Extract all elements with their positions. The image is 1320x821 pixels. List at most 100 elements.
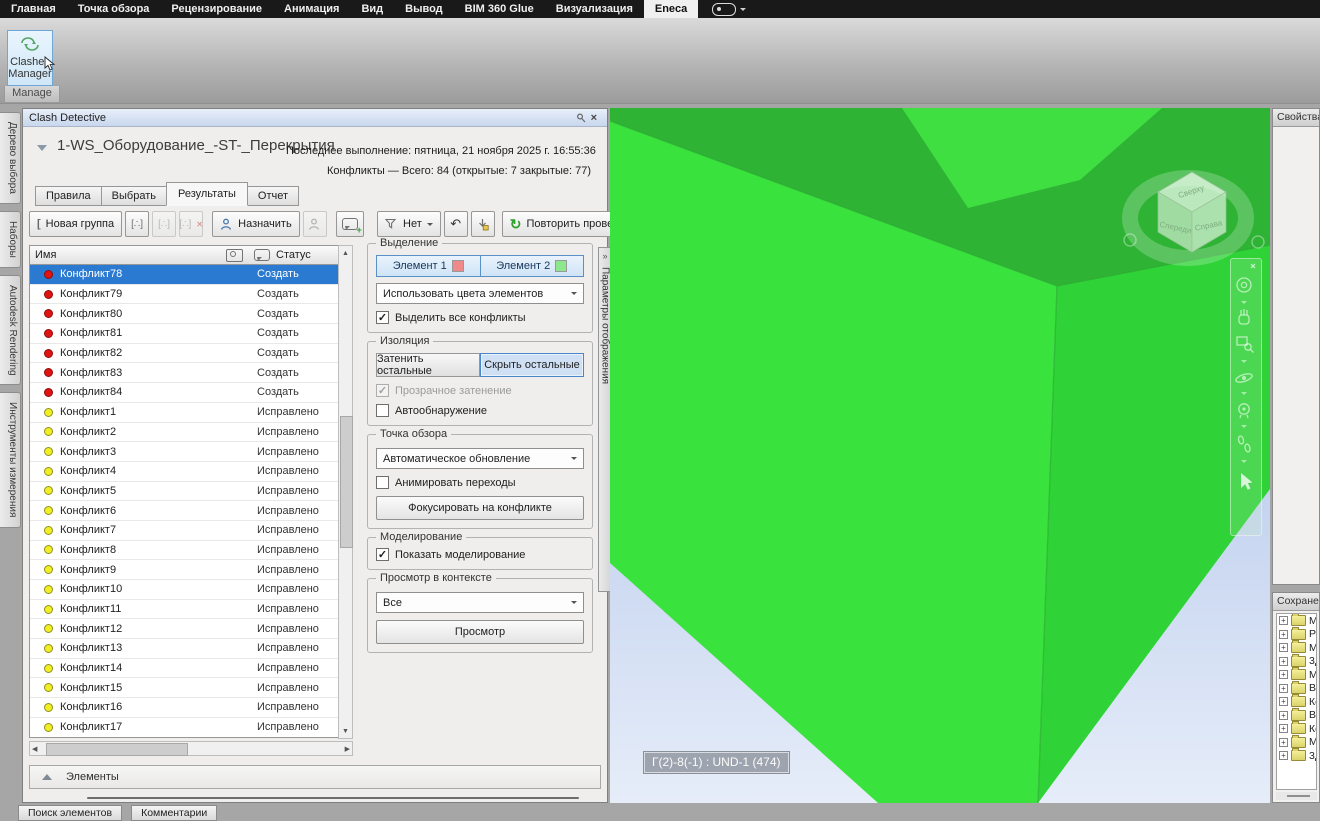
- chevron-down-icon[interactable]: [1241, 301, 1247, 304]
- menu-tab-Рецензирование[interactable]: Рецензирование: [160, 0, 273, 18]
- auto-reveal-checkbox[interactable]: [376, 404, 389, 417]
- expand-plus-icon[interactable]: +: [1279, 643, 1288, 652]
- saved-viewpoint-folder[interactable]: +М: [1277, 614, 1316, 628]
- table-row[interactable]: Конфликт17Исправлено: [30, 718, 352, 738]
- table-row[interactable]: Конфликт8Исправлено: [30, 541, 352, 561]
- table-row[interactable]: Конфликт78Создать: [30, 265, 352, 285]
- scroll-left-icon[interactable]: ◀: [32, 745, 37, 753]
- remove-from-group-button[interactable]: [∴]✕: [179, 211, 203, 237]
- close-icon[interactable]: ×: [587, 112, 601, 124]
- expand-plus-icon[interactable]: +: [1279, 616, 1288, 625]
- saved-viewpoint-folder[interactable]: +М: [1277, 736, 1316, 750]
- tab-Правила[interactable]: Правила: [35, 186, 102, 206]
- chevron-down-icon[interactable]: [1241, 392, 1247, 395]
- expand-plus-icon[interactable]: +: [1279, 751, 1288, 760]
- unassign-button[interactable]: [303, 211, 327, 237]
- focus-on-clash-button[interactable]: Фокусировать на конфликте: [376, 496, 584, 520]
- table-row[interactable]: Конфликт79Создать: [30, 285, 352, 305]
- table-row[interactable]: Конфликт10Исправлено: [30, 580, 352, 600]
- use-item-colors-dropdown[interactable]: Использовать цвета элементов: [376, 283, 584, 304]
- table-row[interactable]: Конфликт3Исправлено: [30, 442, 352, 462]
- dock-tab-Инструменты измерения[interactable]: Инструменты измерения: [0, 392, 21, 527]
- expand-plus-icon[interactable]: +: [1279, 697, 1288, 706]
- transparent-dimming-checkbox[interactable]: ✓: [376, 384, 389, 397]
- bottom-tab-Комментарии[interactable]: Комментарии: [131, 805, 217, 821]
- resize-grip[interactable]: [87, 797, 579, 799]
- highlight-all-checkbox[interactable]: ✓: [376, 311, 389, 324]
- saved-viewpoint-folder[interactable]: +Ко: [1277, 695, 1316, 709]
- compact-button[interactable]: [471, 211, 495, 237]
- table-row[interactable]: Конфликт84Создать: [30, 383, 352, 403]
- table-row[interactable]: Конфликт80Создать: [30, 304, 352, 324]
- assign-button[interactable]: Назначить: [212, 211, 300, 237]
- table-row[interactable]: Конфликт9Исправлено: [30, 560, 352, 580]
- tab-Отчет[interactable]: Отчет: [247, 186, 299, 206]
- pin-icon[interactable]: [575, 112, 587, 124]
- table-header[interactable]: Имя Статус: [29, 245, 353, 265]
- hide-others-button[interactable]: Скрыть остальные: [480, 353, 584, 377]
- table-row[interactable]: Конфликт13Исправлено: [30, 639, 352, 659]
- table-row[interactable]: Конфликт15Исправлено: [30, 678, 352, 698]
- pan-hand-icon[interactable]: [1239, 309, 1249, 324]
- menu-tab-Вывод[interactable]: Вывод: [394, 0, 454, 18]
- bottom-tab-Поиск элементов[interactable]: Поиск элементов: [18, 805, 122, 821]
- scrollbar-thumb[interactable]: [46, 743, 188, 756]
- expand-plus-icon[interactable]: +: [1279, 724, 1288, 733]
- column-saved-viewpoint[interactable]: [220, 249, 248, 262]
- menu-tab-BIM 360 Glue[interactable]: BIM 360 Glue: [454, 0, 545, 18]
- scroll-down-icon[interactable]: ▼: [339, 724, 352, 738]
- table-row[interactable]: Конфликт2Исправлено: [30, 423, 352, 443]
- table-row[interactable]: Конфликт81Создать: [30, 324, 352, 344]
- expand-plus-icon[interactable]: +: [1279, 630, 1288, 639]
- menu-tab-Точка обзора[interactable]: Точка обзора: [67, 0, 161, 18]
- menu-tab-Анимация[interactable]: Анимация: [273, 0, 350, 18]
- look-around-icon[interactable]: [1239, 404, 1249, 418]
- chevron-down-icon[interactable]: [1241, 360, 1247, 363]
- navbar-close-icon[interactable]: [1251, 264, 1255, 268]
- chevron-down-icon[interactable]: [1241, 460, 1247, 463]
- context-dropdown[interactable]: Все: [376, 592, 584, 613]
- table-row[interactable]: Конфликт7Исправлено: [30, 521, 352, 541]
- orbit-icon[interactable]: [1235, 372, 1253, 384]
- expand-plus-icon[interactable]: +: [1279, 684, 1288, 693]
- properties-title[interactable]: Свойства: [1273, 109, 1319, 127]
- table-row[interactable]: Конфликт14Исправлено: [30, 659, 352, 679]
- group-selection-button[interactable]: [∴]: [125, 211, 149, 237]
- animate-transitions-checkbox[interactable]: [376, 476, 389, 489]
- dock-tab-Дерево выбора[interactable]: Дерево выбора: [0, 112, 21, 204]
- table-row[interactable]: Конфликт16Исправлено: [30, 698, 352, 718]
- new-group-button[interactable]: [ Новая группа: [29, 211, 122, 237]
- items-bar[interactable]: Элементы: [29, 765, 601, 789]
- table-row[interactable]: Конфликт4Исправлено: [30, 462, 352, 482]
- saved-viewpoint-folder[interactable]: +Ко: [1277, 722, 1316, 736]
- menu-tab-Вид[interactable]: Вид: [350, 0, 394, 18]
- saved-viewpoint-folder[interactable]: +Во: [1277, 709, 1316, 723]
- expand-plus-icon[interactable]: +: [1279, 711, 1288, 720]
- viewport-3d[interactable]: Сверху Спереди Справа: [610, 108, 1270, 803]
- saved-viewpoint-folder[interactable]: +Во: [1277, 682, 1316, 696]
- horizontal-scrollbar[interactable]: [1276, 792, 1317, 800]
- dock-tab-Autodesk Rendering[interactable]: Autodesk Rendering: [0, 275, 21, 386]
- scrollbar-thumb[interactable]: [340, 416, 353, 548]
- horizontal-scrollbar[interactable]: ◀ ▶: [29, 741, 353, 756]
- menu-tab-Eneca[interactable]: Eneca: [644, 0, 698, 18]
- column-name[interactable]: Имя: [30, 249, 220, 261]
- scroll-up-icon[interactable]: ▲: [339, 246, 352, 260]
- saved-viewpoint-folder[interactable]: +3Д: [1277, 655, 1316, 669]
- element2-button[interactable]: Элемент 2: [481, 256, 584, 276]
- table-row[interactable]: Конфликт83Создать: [30, 363, 352, 383]
- menu-tab-Главная[interactable]: Главная: [0, 0, 67, 18]
- add-comment-button[interactable]: +: [336, 211, 364, 237]
- record-camera-icon[interactable]: [712, 0, 746, 18]
- navigation-bar[interactable]: [1230, 258, 1262, 536]
- collapse-chevron-icon[interactable]: [37, 145, 47, 156]
- saved-viewpoint-folder[interactable]: +3Д: [1277, 749, 1316, 763]
- saved-viewpoint-folder[interactable]: +М: [1277, 668, 1316, 682]
- table-row[interactable]: Конфликт1Исправлено: [30, 403, 352, 423]
- expand-plus-icon[interactable]: +: [1279, 657, 1288, 666]
- view-button[interactable]: Просмотр: [376, 620, 584, 644]
- table-row[interactable]: Конфликт82Создать: [30, 344, 352, 364]
- chevron-down-icon[interactable]: [1241, 425, 1247, 428]
- undo-button[interactable]: ↶: [444, 211, 468, 237]
- filter-dropdown[interactable]: Нет: [377, 211, 441, 237]
